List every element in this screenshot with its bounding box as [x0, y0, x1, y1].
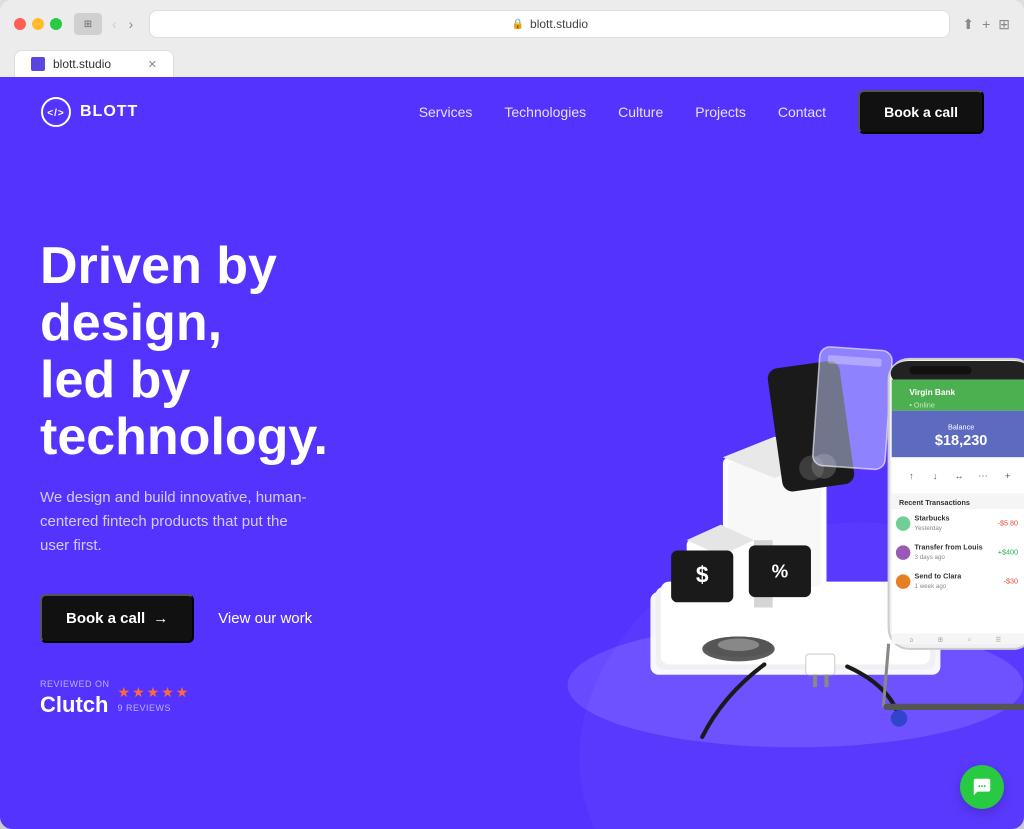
lock-icon: 🔒 — [512, 19, 524, 30]
svg-text:+: + — [1005, 471, 1010, 481]
hero-title: Driven by design, led by technology. — [40, 238, 460, 467]
star-3: ★ — [147, 684, 160, 701]
browser-controls: ⊞ ‹ › — [74, 13, 137, 35]
browser-tabs: blott.studio ✕ — [14, 50, 1010, 77]
hero-book-call-button[interactable]: Book a call → — [40, 594, 194, 643]
website-content: </> BLOTT Services Technologies Culture … — [0, 77, 1024, 829]
svg-text:Transfer from Louis: Transfer from Louis — [915, 542, 983, 551]
hero-illustration: $ % — [464, 127, 1024, 829]
svg-text:1 week ago: 1 week ago — [915, 583, 947, 590]
grid-button[interactable]: ⊞ — [998, 16, 1010, 33]
star-4: ★ — [161, 684, 174, 701]
tab-close-button[interactable]: ✕ — [148, 58, 157, 71]
review-count: 9 REVIEWS — [118, 703, 189, 713]
navbar-book-call-button[interactable]: Book a call — [858, 90, 984, 134]
close-button[interactable] — [14, 18, 26, 30]
svg-text:• Online: • Online — [909, 401, 935, 410]
svg-text:⌂: ⌂ — [910, 637, 914, 644]
traffic-lights — [14, 18, 62, 30]
svg-text:⋯: ⋯ — [978, 471, 987, 481]
clutch-stars: ★ ★ ★ ★ ★ — [118, 684, 189, 701]
nav-technologies[interactable]: Technologies — [504, 104, 586, 120]
navbar: </> BLOTT Services Technologies Culture … — [0, 77, 1024, 147]
view-work-link[interactable]: View our work — [218, 610, 312, 627]
svg-text:↔: ↔ — [954, 471, 963, 481]
tab-favicon — [31, 57, 45, 71]
svg-text:3 days ago: 3 days ago — [915, 554, 946, 561]
hero-content: Driven by design, led by technology. We … — [40, 238, 460, 719]
illustration-svg: $ % — [464, 127, 1024, 829]
hero-subtitle: We design and build innovative, human-ce… — [40, 486, 320, 558]
share-button[interactable]: ⬆ — [962, 16, 974, 33]
browser-window: ⊞ ‹ › 🔒 blott.studio ⬆ + ⊞ blott.studio … — [0, 0, 1024, 829]
back-button[interactable]: ‹ — [108, 14, 121, 34]
clutch-reviewed-label: REVIEWED ON — [40, 679, 110, 690]
sidebar-toggle[interactable]: ⊞ — [74, 13, 102, 35]
svg-text:-$30: -$30 — [1004, 577, 1019, 586]
logo-icon: </> — [40, 96, 72, 128]
clutch-review: REVIEWED ON Clutch ★ ★ ★ ★ ★ 9 REVIEWS — [40, 679, 460, 718]
svg-text:+$400: +$400 — [998, 548, 1018, 557]
url-text: blott.studio — [530, 17, 588, 31]
svg-text:$18,230: $18,230 — [935, 433, 987, 449]
site-logo[interactable]: </> BLOTT — [40, 96, 138, 128]
add-tab-button[interactable]: + — [982, 16, 990, 32]
svg-text:%: % — [772, 560, 789, 581]
svg-text:⊞: ⊞ — [938, 637, 943, 644]
clutch-info: REVIEWED ON Clutch — [40, 679, 110, 718]
active-tab[interactable]: blott.studio ✕ — [14, 50, 174, 77]
svg-text:☰: ☰ — [996, 637, 1002, 644]
nav-culture[interactable]: Culture — [618, 104, 663, 120]
hero-buttons: Book a call → View our work — [40, 594, 460, 643]
nav-projects[interactable]: Projects — [695, 104, 746, 120]
svg-text:↓: ↓ — [933, 471, 938, 481]
svg-text:$: $ — [696, 562, 709, 588]
svg-text:Recent Transactions: Recent Transactions — [899, 498, 970, 507]
chat-button[interactable] — [960, 765, 1004, 809]
star-2: ★ — [132, 684, 145, 701]
svg-text:Starbucks: Starbucks — [915, 513, 950, 522]
nav-contact[interactable]: Contact — [778, 104, 826, 120]
chat-icon — [971, 776, 993, 798]
svg-text:↑: ↑ — [909, 471, 914, 481]
nav-services[interactable]: Services — [419, 104, 473, 120]
star-1: ★ — [118, 684, 131, 701]
nav-links: Services Technologies Culture Projects C… — [419, 104, 826, 120]
svg-text:-$5.80: -$5.80 — [998, 519, 1019, 528]
svg-text:Yesterday: Yesterday — [915, 525, 943, 532]
minimize-button[interactable] — [32, 18, 44, 30]
hero-section: Driven by design, led by technology. We … — [0, 147, 1024, 829]
svg-text:</>: </> — [47, 108, 64, 119]
forward-button[interactable]: › — [125, 14, 138, 34]
browser-actions: ⬆ + ⊞ — [962, 16, 1010, 33]
address-bar[interactable]: 🔒 blott.studio — [149, 10, 950, 38]
clutch-logo: Clutch — [40, 692, 110, 718]
svg-text:Virgin Bank: Virgin Bank — [909, 388, 955, 397]
star-5: ★ — [176, 684, 189, 701]
maximize-button[interactable] — [50, 18, 62, 30]
svg-text:○: ○ — [968, 637, 972, 644]
tab-title: blott.studio — [53, 57, 111, 71]
logo-text: BLOTT — [80, 103, 138, 121]
browser-chrome: ⊞ ‹ › 🔒 blott.studio ⬆ + ⊞ blott.studio … — [0, 0, 1024, 77]
svg-text:Balance: Balance — [948, 422, 974, 431]
svg-text:Send to Clara: Send to Clara — [915, 571, 963, 580]
